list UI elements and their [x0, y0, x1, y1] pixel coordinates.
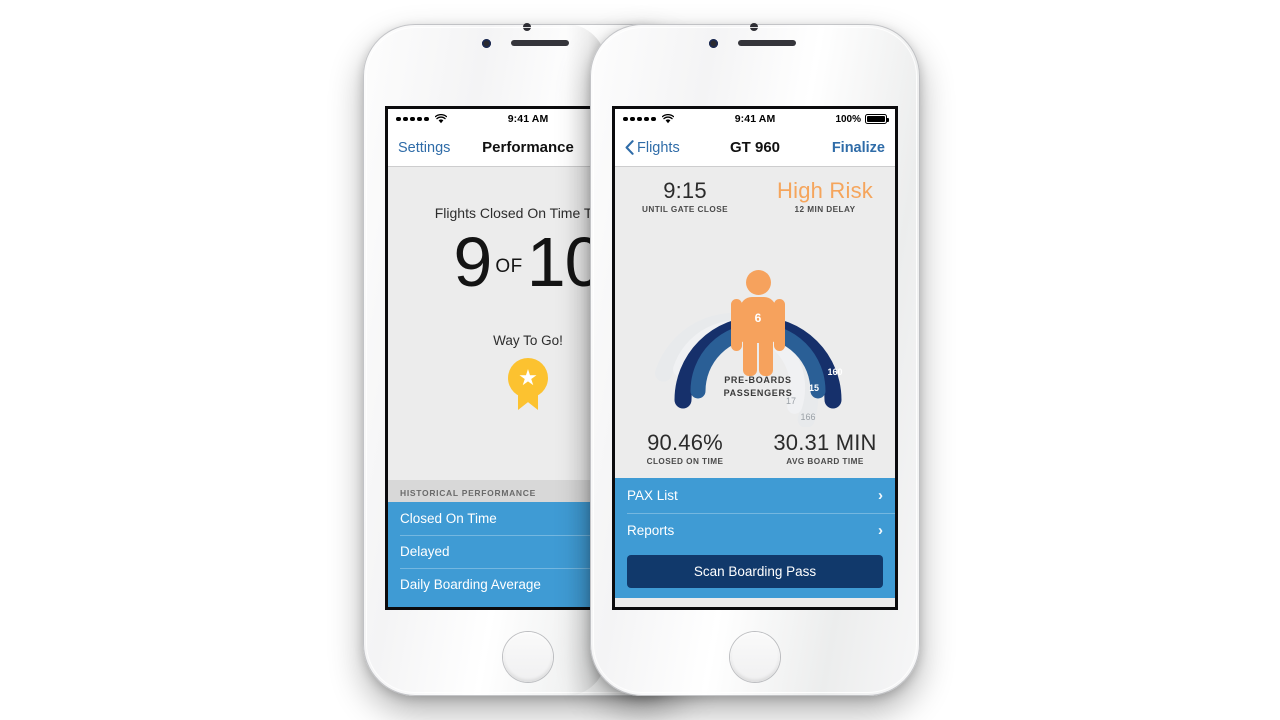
front-camera-icon — [709, 39, 718, 48]
passenger-figure-icon: 6 — [731, 270, 785, 377]
battery-percent-label: 100% — [835, 113, 862, 125]
earpiece-speaker-icon — [511, 40, 569, 46]
finalize-button[interactable]: Finalize — [755, 140, 885, 156]
kpi-gate-close-value: 9:15 — [663, 178, 707, 203]
gauge-value-166: 166 — [800, 412, 815, 422]
right-status-bar: 9:41 AM 100% — [615, 109, 895, 129]
home-button[interactable] — [503, 632, 553, 682]
right-phone-content: 9:15 UNTIL GATE CLOSE High Risk 12 MIN D… — [615, 167, 895, 607]
chevron-right-icon: › — [878, 522, 883, 540]
home-button[interactable] — [730, 632, 780, 682]
kpi-closed-on-time-label: CLOSED ON TIME — [646, 457, 724, 467]
wifi-icon — [434, 114, 447, 124]
right-nav-back-button[interactable]: Flights — [625, 140, 755, 156]
left-score-value: 9 — [453, 223, 492, 301]
left-nav-back-button[interactable]: Settings — [398, 140, 528, 156]
proximity-sensor-icon — [750, 23, 758, 31]
gauge-center-label: PRE-BOARDS PASSENGERS — [615, 374, 895, 400]
left-status-time: 9:41 AM — [507, 113, 549, 125]
right-nav-bar: Flights GT 960 Finalize — [615, 129, 895, 167]
list-item-reports[interactable]: Reports › — [615, 513, 895, 548]
battery-full-icon — [865, 114, 890, 124]
left-status-signal — [396, 114, 508, 124]
gauge-center-label-line2: PASSENGERS — [723, 388, 793, 399]
left-score-separator: OF — [495, 256, 523, 277]
kpi-closed-on-time-value: 90.46% — [647, 430, 723, 456]
signal-dots-icon — [623, 116, 656, 122]
proximity-sensor-icon — [523, 23, 531, 31]
scan-boarding-pass-button[interactable]: Scan Boarding Pass — [627, 555, 883, 589]
kpi-avg-board-time: 30.31 MIN AVG BOARD TIME — [755, 431, 895, 466]
kpi-top-group: 9:15 UNTIL GATE CLOSE High Risk 12 MIN D… — [615, 167, 895, 222]
right-status-time: 9:41 AM — [734, 113, 776, 125]
list-item-label: Closed On Time — [400, 511, 497, 526]
star-medal-icon: ★ — [506, 358, 550, 410]
front-camera-icon — [482, 39, 491, 48]
list-item-label: Reports — [627, 523, 675, 539]
phone-right-top-hardware — [590, 23, 920, 108]
scan-button-container: Scan Boarding Pass — [615, 548, 895, 599]
left-nav-back-label: Settings — [398, 139, 451, 156]
list-item-label: Delayed — [400, 544, 450, 559]
kpi-gate-close-label: UNTIL GATE CLOSE — [641, 205, 729, 215]
list-item-label: Daily Boarding Average — [400, 577, 541, 592]
right-action-list: PAX List › Reports › — [615, 478, 895, 549]
kpi-closed-on-time: 90.46% CLOSED ON TIME — [615, 431, 755, 466]
preboards-count: 6 — [754, 311, 762, 326]
chevron-right-icon: › — [878, 487, 883, 505]
signal-dots-icon — [396, 116, 429, 122]
right-status-right: 100% — [775, 113, 890, 125]
kpi-risk: High Risk 12 MIN DELAY — [755, 179, 895, 214]
earpiece-speaker-icon — [738, 40, 796, 46]
right-phone-screen: 9:41 AM 100% Flights GT 960 Finalize 9:1… — [612, 106, 898, 610]
list-item-pax-list[interactable]: PAX List › — [615, 478, 895, 513]
kpi-bottom-group: 90.46% CLOSED ON TIME 30.31 MIN AVG BOAR… — [615, 427, 895, 478]
gauge-center-label-line1: PRE-BOARDS — [724, 375, 792, 386]
kpi-risk-label: 12 MIN DELAY — [794, 205, 856, 215]
list-item-label: PAX List — [627, 488, 678, 504]
screenshot-stage: 9:41 AM Settings Performance Flights Clo… — [0, 0, 1280, 720]
kpi-risk-value: High Risk — [777, 178, 873, 203]
right-status-signal — [623, 114, 735, 124]
chevron-left-icon — [625, 140, 634, 155]
phone-right: 9:41 AM 100% Flights GT 960 Finalize 9:1… — [590, 23, 920, 696]
right-nav-back-label: Flights — [637, 139, 680, 156]
kpi-avg-board-time-label: AVG BOARD TIME — [786, 457, 864, 467]
kpi-gate-close: 9:15 UNTIL GATE CLOSE — [615, 179, 755, 214]
kpi-avg-board-time-value: 30.31 MIN — [773, 430, 877, 456]
boarding-gauge: 160 15 17 166 6 PRE-BOARDS PASSENGERS — [615, 222, 895, 428]
wifi-icon — [661, 114, 674, 124]
